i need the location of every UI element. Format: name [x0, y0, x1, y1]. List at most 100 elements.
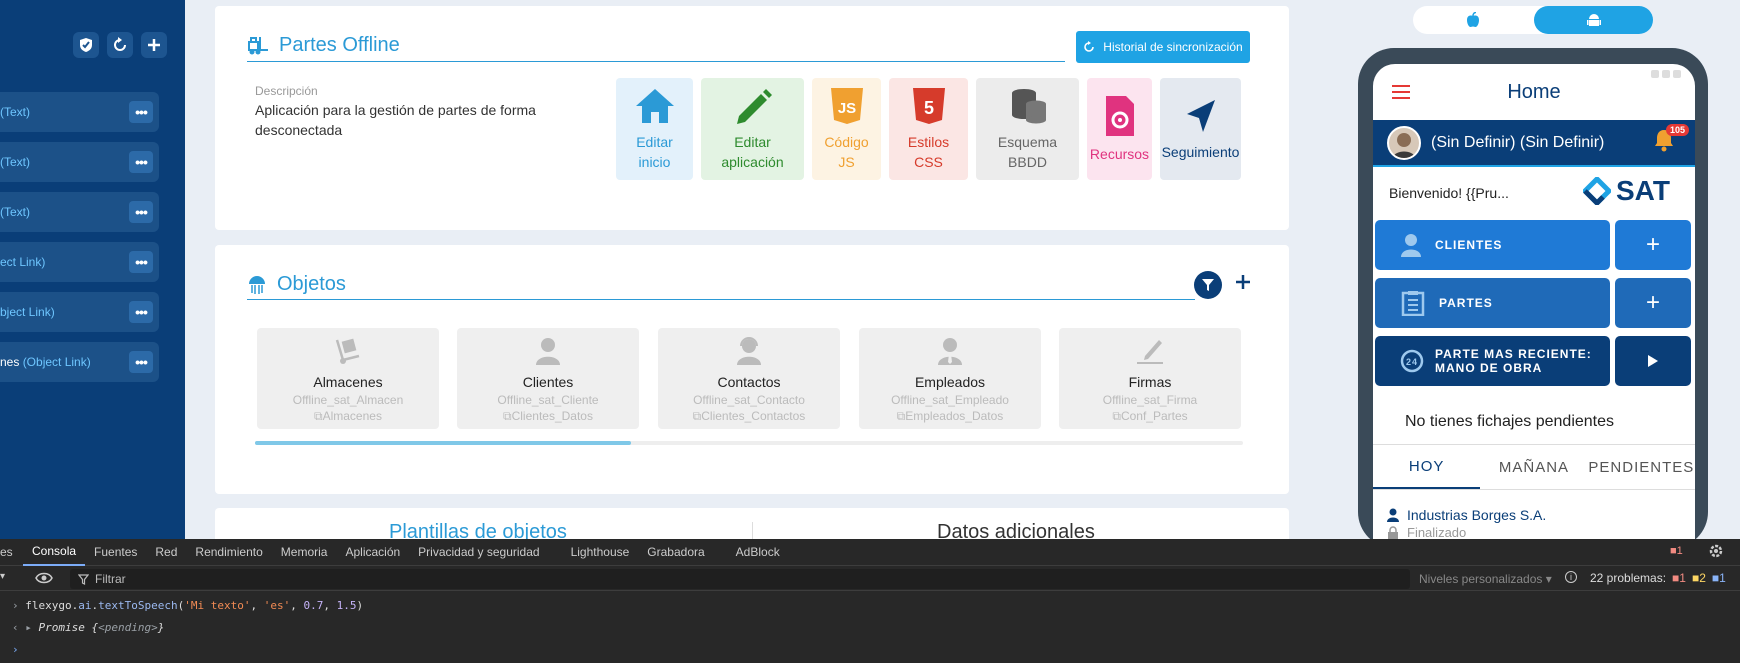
more-button[interactable]: ••• [129, 201, 153, 223]
devtools-tab-consola[interactable]: Consola [23, 539, 86, 566]
log-levels-dropdown[interactable]: Niveles personalizados ▾ [1419, 572, 1552, 586]
object-table: ⧉Clientes_Datos [503, 409, 593, 424]
tile-estilos-css[interactable]: 5 Estilos CSS [889, 78, 968, 180]
tile-esquema-bbdd[interactable]: Esquema BBDD [976, 78, 1079, 180]
object-table: ⧉Conf_Partes [1112, 409, 1187, 424]
welcome-text: Bienvenido! {{Pru... [1389, 185, 1509, 201]
devtools-tab-memoria[interactable]: Memoria [272, 539, 337, 566]
devtools-tab-rendimiento[interactable]: Rendimiento [186, 539, 271, 566]
devtools-tab-fuentes[interactable]: Fuentes [85, 539, 146, 566]
error-count-badge[interactable]: ■1 [1670, 545, 1683, 557]
eye-icon [35, 572, 53, 584]
history-sync-button[interactable]: Historial de sincronización [1076, 31, 1250, 63]
row-type: (Object Link) [22, 355, 91, 369]
sidebar-row[interactable]: (Text) ••• [0, 192, 159, 232]
devtools-tab-lighthouse[interactable]: Lighthouse [562, 539, 639, 566]
user-headset-icon [737, 337, 761, 365]
partes-button[interactable]: PARTES [1375, 278, 1610, 328]
sidebar-row[interactable]: nes (Object Link) ••• [0, 342, 159, 382]
sidebar-row-label: (Text) [0, 105, 129, 119]
live-expression-button[interactable] [35, 571, 53, 588]
devtools-tab-privacidad[interactable]: Privacidad y seguridad [409, 539, 561, 566]
more-button[interactable]: ••• [129, 101, 153, 123]
tile-codigo-js[interactable]: JS Código JS [812, 78, 881, 180]
clientes-button[interactable]: CLIENTES [1375, 220, 1610, 270]
object-table-text: Empleados_Datos [905, 409, 1004, 423]
filter-placeholder: Filtrar [95, 572, 126, 586]
file-gear-icon [1105, 96, 1134, 136]
day-tabs: HOY MAÑANA PENDIENTES [1373, 444, 1695, 490]
row-type: (Text) [0, 105, 30, 119]
sat-logo-icon [1583, 177, 1611, 205]
tab-manana[interactable]: MAÑANA [1480, 445, 1587, 489]
shield-button[interactable] [73, 32, 99, 58]
tile-recursos[interactable]: Recursos [1087, 78, 1152, 180]
object-tile-empleados[interactable]: Empleados Offline_sat_Empleado ⧉Empleado… [859, 328, 1041, 429]
filter-icon [1202, 279, 1214, 291]
console-input-line[interactable]: › flexygo.ai.textToSpeech('Mi texto', 'e… [12, 599, 363, 612]
sidebar-row[interactable]: (Text) ••• [0, 92, 159, 132]
tile-seguimiento[interactable]: Seguimiento [1160, 78, 1241, 180]
ios-button[interactable] [1413, 6, 1533, 34]
object-tile-almacenes[interactable]: Almacenes Offline_sat_Almacen ⧉Almacenes [257, 328, 439, 429]
parte-reciente-text: PARTE MAS RECIENTE: MANO DE OBRA [1435, 347, 1592, 375]
parte-reciente-button[interactable]: 24 PARTE MAS RECIENTE: MANO DE OBRA [1375, 336, 1610, 386]
more-button[interactable]: ••• [129, 301, 153, 323]
sidebar-row[interactable]: ect Link) ••• [0, 242, 159, 282]
add-cliente-button[interactable]: + [1615, 220, 1691, 270]
devtools-tab-red[interactable]: Red [146, 539, 186, 566]
tile-label: Recursos [1089, 146, 1150, 162]
sync-icon [1084, 41, 1095, 52]
sidebar-row[interactable]: (Text) ••• [0, 142, 159, 182]
tile-editar-aplicacion[interactable]: Editar aplicación [701, 78, 804, 180]
more-button[interactable]: ••• [129, 351, 153, 373]
devtools-tab-grabadora[interactable]: Grabadora [638, 539, 726, 566]
notification-badge: 105 [1665, 124, 1689, 136]
tab-hoy[interactable]: HOY [1373, 445, 1481, 489]
avatar[interactable] [1387, 125, 1421, 160]
console-output-line[interactable]: ‹ ▸ Promise {<pending>} [12, 621, 164, 634]
phone-screen: Home (Sin Definir) (Sin Definir) 105 Bie… [1373, 64, 1695, 539]
prompt-icon: › [12, 599, 26, 612]
open-parte-button[interactable] [1615, 336, 1691, 386]
console-filter-input[interactable]: Filtrar [70, 569, 1410, 589]
add-object-button[interactable] [1234, 273, 1252, 296]
forklift-icon [248, 36, 268, 54]
object-entity: Offline_sat_Firma [1102, 393, 1198, 407]
more-button[interactable]: ••• [129, 151, 153, 173]
tab-pendientes[interactable]: PENDIENTES [1588, 445, 1695, 489]
filter-button[interactable] [1194, 271, 1222, 299]
refresh-icon [114, 37, 126, 51]
plus-label: + [1645, 289, 1660, 316]
sidebar-row-label: bject Link) [0, 305, 129, 319]
object-entity: Offline_sat_Almacen [292, 393, 404, 407]
issues-counter[interactable]: 22 problemas: ■1 ■2 ■1 [1590, 571, 1726, 585]
plus-icon [1236, 275, 1250, 289]
info-icon: i [1565, 571, 1577, 583]
hamburger-menu-button[interactable] [1391, 84, 1411, 105]
more-button[interactable]: ••• [129, 251, 153, 273]
add-button[interactable] [141, 32, 167, 58]
objects-scrollbar-thumb[interactable] [255, 441, 631, 445]
context-select[interactable]: ▾ [0, 571, 14, 587]
row-name: nes [0, 355, 23, 369]
row-type: ect Link) [0, 255, 46, 269]
object-tile-firmas[interactable]: Firmas Offline_sat_Firma ⧉Conf_Partes [1059, 328, 1241, 429]
tile-editar-inicio[interactable]: Editar inicio [616, 78, 693, 180]
settings-button[interactable] [1708, 543, 1724, 562]
issues-label: 22 problemas: [1590, 571, 1667, 585]
object-table-text: Conf_Partes [1120, 409, 1188, 423]
object-tile-clientes[interactable]: Clientes Offline_sat_Cliente ⧉Clientes_D… [457, 328, 639, 429]
add-parte-button[interactable]: + [1615, 278, 1691, 328]
user-icon [536, 338, 560, 365]
devtools-tab-adblock[interactable]: AdBlock [727, 539, 789, 566]
devtools-tabs: es Consola Fuentes Red Rendimiento Memor… [0, 539, 1740, 566]
android-button[interactable] [1534, 6, 1653, 34]
devtools-tab[interactable]: es [0, 539, 23, 566]
refresh-button[interactable] [107, 32, 133, 58]
object-tile-contactos[interactable]: Contactos Offline_sat_Contacto ⧉Clientes… [658, 328, 840, 429]
sidebar-row[interactable]: bject Link) ••• [0, 292, 159, 332]
console-prompt[interactable]: › [12, 643, 19, 656]
devtools-tab-aplicacion[interactable]: Aplicación [336, 539, 409, 566]
list-item[interactable]: Industrias Borges S.A. [1387, 507, 1546, 523]
